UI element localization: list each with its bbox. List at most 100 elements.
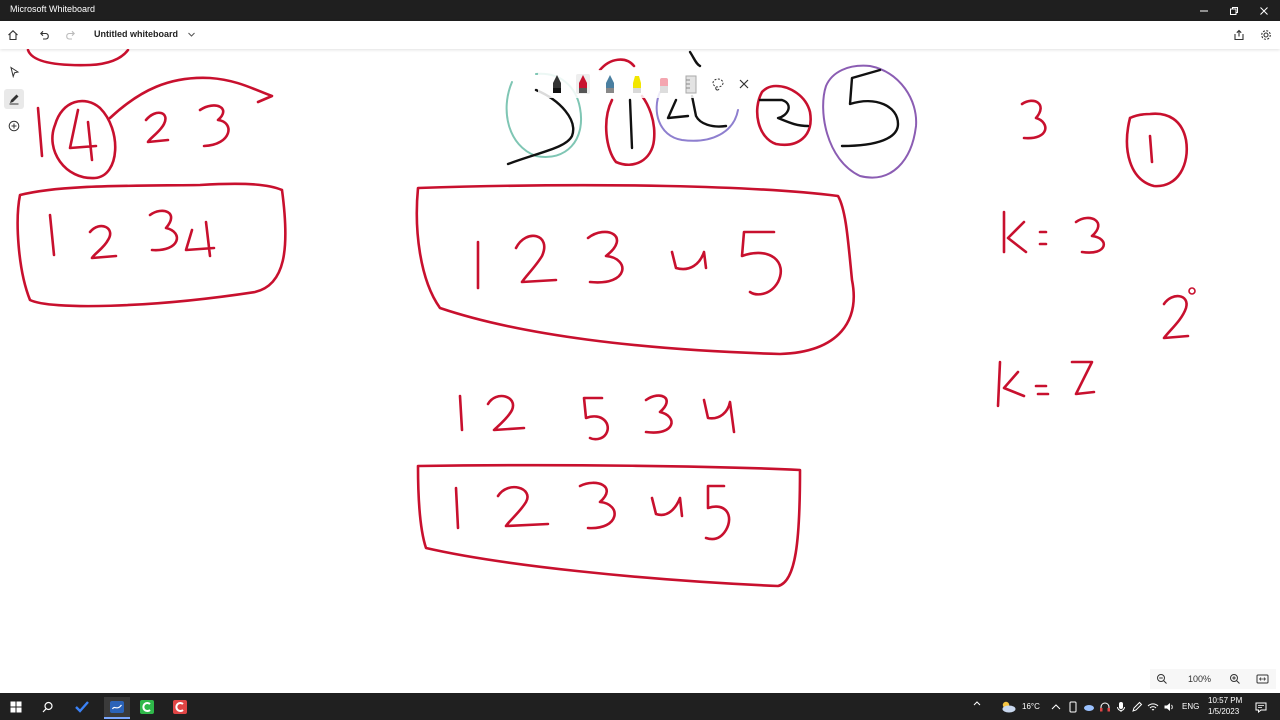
whiteboard-canvas[interactable] [0, 49, 1280, 693]
ink-stroke [1074, 216, 1105, 254]
tray-app-icon[interactable] [1098, 697, 1112, 717]
ink-stroke [666, 94, 728, 128]
start-button[interactable] [6, 697, 26, 717]
ink-stroke [1162, 294, 1190, 340]
search-icon [42, 701, 53, 713]
taskbar-app-todo[interactable] [72, 697, 92, 717]
ruler-icon [685, 75, 697, 94]
clock-date[interactable]: 1/5/2023 [1208, 707, 1239, 716]
ink-stroke [740, 230, 783, 296]
taskbar-app-green[interactable] [137, 697, 157, 717]
close-palette-button[interactable] [737, 74, 751, 94]
zoom-level: 100% [1188, 674, 1212, 684]
language-indicator[interactable]: ENG [1182, 702, 1199, 711]
taskbar-scroll[interactable] [970, 697, 984, 717]
weather-temperature: 16°C [1022, 702, 1040, 711]
ink-stroke [496, 485, 550, 528]
ruler-tool[interactable] [684, 74, 698, 94]
close-icon [1260, 6, 1268, 15]
board-title[interactable]: Untitled whiteboard [94, 29, 178, 39]
tray-overflow-button[interactable] [1049, 697, 1063, 717]
ink-stroke [36, 106, 44, 158]
taskbar-app-red[interactable] [170, 697, 190, 717]
ink-stroke [458, 394, 464, 432]
minimize-icon [1200, 10, 1208, 11]
ink-stroke [51, 99, 117, 180]
undo-icon [40, 30, 49, 40]
windows-logo-icon [10, 701, 22, 713]
ink-stroke [26, 49, 130, 67]
ink-stroke [184, 220, 216, 258]
eraser-tool[interactable] [657, 74, 671, 94]
red-app-icon [173, 700, 187, 714]
ink-stroke [1070, 360, 1096, 396]
checkmark-app-icon [75, 701, 89, 713]
ink-stroke [514, 234, 558, 284]
blue-pen[interactable] [603, 74, 617, 94]
microphone-icon [1117, 702, 1125, 712]
tray-pen-icon[interactable] [1130, 697, 1144, 717]
home-button[interactable] [3, 25, 23, 45]
redo-button[interactable] [61, 25, 81, 45]
ink-stroke [702, 398, 736, 434]
green-app-icon [140, 700, 154, 714]
taskbar-app-whiteboard[interactable] [104, 697, 130, 719]
tray-device-icon[interactable] [1066, 697, 1080, 717]
chat-bubble-icon [1255, 702, 1267, 713]
cloud-icon [1084, 705, 1094, 711]
share-icon [1234, 29, 1244, 41]
blue-pen-icon [606, 75, 614, 93]
ink-stroke [486, 394, 526, 432]
ink-stroke [650, 496, 684, 518]
zoom-out-icon[interactable] [1156, 673, 1168, 685]
ink-stroke [758, 98, 810, 128]
notification-center-button[interactable] [1251, 697, 1271, 717]
ink-stroke [108, 76, 274, 120]
pen-icon [1132, 701, 1143, 712]
minimize-button[interactable] [1188, 0, 1220, 21]
fit-to-screen-icon[interactable] [1256, 673, 1269, 685]
phone-link-icon [1069, 701, 1077, 713]
red-pen[interactable] [576, 74, 590, 94]
settings-button[interactable] [1256, 25, 1276, 45]
taskbar-search-button[interactable] [38, 697, 58, 717]
ink-stroke [704, 484, 731, 541]
chevron-up-icon [1051, 704, 1061, 710]
tray-volume-icon[interactable] [1162, 697, 1176, 717]
ink-stroke [1034, 384, 1050, 396]
app-toolbar: Untitled whiteboard [0, 21, 1280, 49]
lasso-select-tool[interactable] [711, 74, 725, 94]
ink-stroke [644, 394, 673, 434]
ink-stroke [16, 182, 287, 308]
zoom-in-icon[interactable] [1229, 673, 1241, 685]
ink-stroke [198, 104, 230, 148]
ink-stroke [688, 50, 702, 68]
chevron-down-icon[interactable] [187, 30, 196, 39]
restore-icon [1230, 6, 1238, 15]
redo-icon [66, 30, 75, 40]
ink-stroke [1148, 134, 1154, 164]
eraser-icon [660, 78, 668, 93]
ink-stroke [48, 213, 56, 257]
ink-stroke [416, 463, 802, 588]
undo-button[interactable] [34, 25, 54, 45]
ink-palette [538, 70, 758, 98]
tray-wifi-icon[interactable] [1146, 697, 1160, 717]
close-window-button[interactable] [1248, 0, 1280, 21]
yellow-highlighter[interactable] [630, 74, 644, 94]
restore-button[interactable] [1218, 0, 1250, 21]
whiteboard-app-icon [110, 701, 124, 713]
wifi-icon [1147, 703, 1159, 711]
ink-stroke [586, 230, 624, 284]
clock-time[interactable]: 10:57 PM [1208, 696, 1242, 705]
weather-widget[interactable] [998, 697, 1018, 717]
ink-stroke [68, 108, 98, 162]
black-pen[interactable] [550, 74, 564, 94]
ink-stroke [582, 396, 609, 441]
tray-onedrive-icon[interactable] [1082, 697, 1096, 717]
red-pen-icon [579, 75, 587, 93]
tray-microphone-icon[interactable] [1114, 697, 1128, 717]
ink-stroke [454, 486, 460, 530]
share-button[interactable] [1229, 25, 1249, 45]
ink-stroke [598, 58, 636, 72]
